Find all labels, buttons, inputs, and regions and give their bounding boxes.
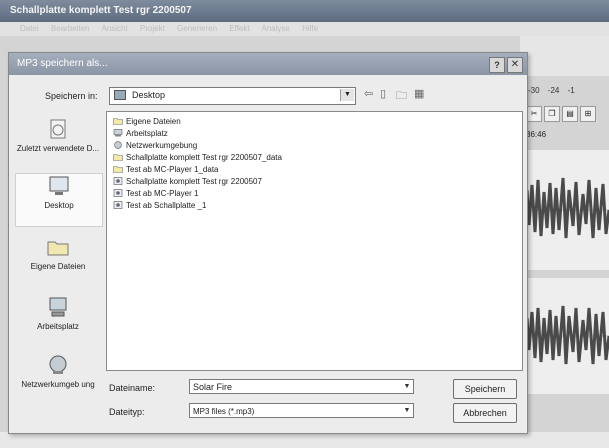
app-statusbar — [0, 432, 609, 448]
cancel-button[interactable]: Abbrechen — [453, 403, 517, 423]
db-tick: -24 — [547, 86, 560, 95]
app-toolbar — [520, 36, 609, 76]
app-menubar: Datei Bearbeiten Ansicht Projekt Generie… — [0, 22, 609, 36]
waveform-graphic — [523, 305, 609, 365]
folder-icon — [113, 166, 123, 173]
audio-file-icon — [113, 189, 123, 197]
db-tick: -1 — [567, 86, 575, 95]
waveform-track-2[interactable] — [523, 278, 609, 394]
up-folder-icon[interactable]: ▯ — [380, 87, 386, 100]
look-in-value: Desktop — [132, 90, 166, 100]
dialog-titlebar[interactable]: MP3 speichern als... ? ✕ — [9, 53, 527, 75]
filename-input[interactable]: Solar Fire — [189, 379, 414, 394]
file-name: Arbeitsplatz — [126, 129, 168, 138]
network-icon — [49, 355, 67, 374]
desktop-icon — [49, 176, 69, 195]
audio-file-icon — [113, 177, 123, 185]
chevron-down-icon[interactable]: ▼ — [401, 380, 413, 393]
waveform-graphic — [523, 177, 609, 239]
edit-toolbar: ✂ ❐ ▤ ⊞ — [526, 106, 609, 124]
paste-icon[interactable]: ▤ — [562, 106, 578, 122]
menu-analyze[interactable]: Analyse — [261, 24, 289, 33]
filename-label: Dateiname: — [109, 383, 156, 393]
menu-project[interactable]: Projekt — [140, 24, 165, 33]
chevron-down-icon[interactable]: ▼ — [401, 404, 413, 417]
place-label: Arbeitsplatz — [37, 322, 79, 331]
place-desktop[interactable]: Desktop — [15, 173, 103, 227]
save-button[interactable]: Speichern — [453, 379, 517, 399]
list-item[interactable]: Netzwerkumgebung — [113, 140, 197, 151]
look-in-dropdown[interactable]: Desktop ▼ — [109, 87, 356, 105]
place-label: Desktop — [44, 201, 74, 210]
place-network[interactable]: Netzwerkumgeb ung — [15, 353, 101, 389]
menu-edit[interactable]: Bearbeiten — [51, 24, 90, 33]
filetype-select[interactable]: MP3 files (*.mp3) — [189, 403, 414, 418]
my-documents-icon — [47, 241, 69, 256]
list-item[interactable]: Schallplatte komplett Test rgr 2200507_d… — [113, 152, 282, 163]
menu-effect[interactable]: Effekt — [229, 24, 249, 33]
list-item[interactable]: Test ab MC-Player 1_data — [113, 164, 219, 175]
computer-small-icon — [113, 129, 123, 137]
folder-icon — [113, 118, 123, 125]
folder-icon — [113, 154, 123, 161]
view-menu-icon[interactable]: ▦ — [414, 87, 424, 100]
list-item[interactable]: Test ab Schallplatte _1 — [113, 200, 207, 211]
trim-icon[interactable]: ⊞ — [580, 106, 596, 122]
app-title: Schallplatte komplett Test rgr 2200507 — [10, 5, 192, 16]
cut-icon[interactable]: ✂ — [526, 106, 542, 122]
list-item[interactable]: Arbeitsplatz — [113, 128, 168, 139]
network-small-icon — [114, 141, 122, 149]
help-button[interactable]: ? — [489, 57, 505, 73]
timeline-time: 36:46 — [526, 130, 547, 139]
file-name: Netzwerkumgebung — [126, 141, 198, 150]
menu-view[interactable]: Ansicht — [101, 24, 127, 33]
recent-docs-icon — [50, 119, 66, 139]
file-name: Schallplatte komplett Test rgr 2200507 — [126, 177, 262, 186]
save-dialog: MP3 speichern als... ? ✕ Speichern in: D… — [8, 52, 528, 434]
list-item[interactable]: Schallplatte komplett Test rgr 2200507 — [113, 176, 262, 187]
screen: Schallplatte komplett Test rgr 2200507 D… — [0, 0, 609, 448]
place-recent[interactable]: Zuletzt verwendete D... — [15, 117, 101, 153]
file-name: Schallplatte komplett Test rgr 2200507_d… — [126, 153, 282, 162]
menu-generate[interactable]: Generieren — [177, 24, 217, 33]
new-folder-icon[interactable]: 🗀 — [396, 87, 407, 106]
look-in-label: Speichern in: — [45, 91, 98, 101]
file-name: Test ab MC-Player 1 — [126, 189, 199, 198]
place-label: Netzwerkumgeb ung — [21, 380, 95, 389]
back-icon[interactable]: ⇦ — [364, 87, 373, 100]
place-label: Eigene Dateien — [30, 262, 86, 271]
close-button[interactable]: ✕ — [507, 57, 523, 73]
file-name: Eigene Dateien — [126, 117, 181, 126]
place-my-computer[interactable]: Arbeitsplatz — [15, 295, 101, 331]
app-titlebar: Schallplatte komplett Test rgr 2200507 — [0, 0, 609, 22]
place-my-documents[interactable]: Eigene Dateien — [15, 235, 101, 271]
file-name: Test ab Schallplatte _1 — [126, 201, 207, 210]
list-item[interactable]: Eigene Dateien — [113, 116, 181, 127]
desktop-small-icon — [114, 90, 126, 100]
list-item[interactable]: Test ab MC-Player 1 — [113, 188, 198, 199]
db-scale: -30 -24 -1 — [528, 86, 609, 100]
menu-help[interactable]: Hilfe — [302, 24, 318, 33]
audio-file-icon — [113, 201, 123, 209]
db-tick: -30 — [528, 86, 540, 95]
waveform-track-1[interactable] — [523, 150, 609, 270]
chevron-down-icon[interactable]: ▼ — [340, 89, 354, 101]
filetype-label: Dateityp: — [109, 407, 145, 417]
file-name: Test ab MC-Player 1_data — [126, 165, 219, 174]
dialog-title: MP3 speichern als... — [17, 58, 108, 69]
file-list[interactable]: Eigene Dateien Arbeitsplatz Netzwerkumge… — [106, 111, 523, 371]
copy-icon[interactable]: ❐ — [544, 106, 560, 122]
my-computer-icon — [49, 297, 67, 317]
places-bar: Zuletzt verwendete D... Desktop Eigene D… — [15, 111, 103, 429]
place-label: Zuletzt verwendete D... — [16, 144, 100, 153]
menu-file[interactable]: Datei — [20, 24, 39, 33]
